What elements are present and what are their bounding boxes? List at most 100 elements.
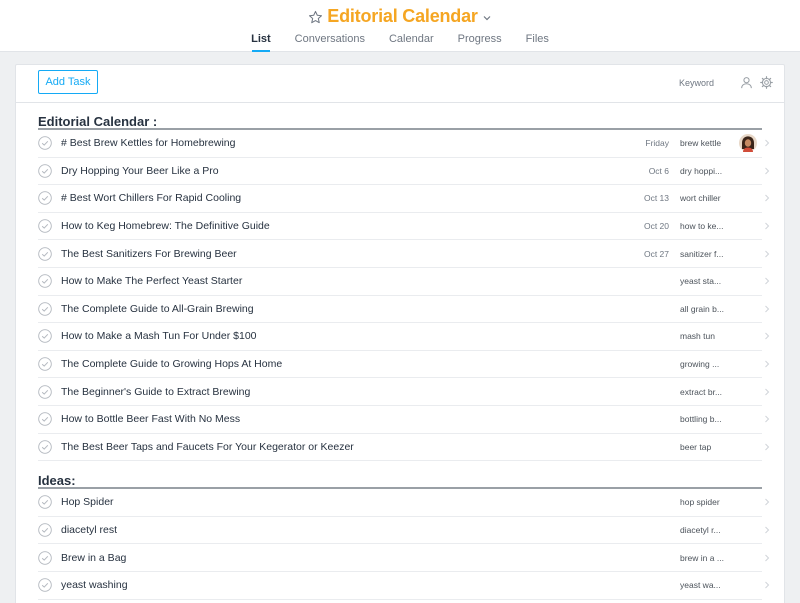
list-toolbar: Add Task Keyword [16, 65, 784, 103]
task-name[interactable]: # Best Wort Chillers For Rapid Cooling [61, 192, 241, 204]
check-circle-icon[interactable] [38, 550, 52, 565]
task-name[interactable]: # Best Brew Kettles for Homebrewing [61, 137, 236, 149]
task-row[interactable]: Hop Spider hop spider [38, 489, 770, 517]
task-tag[interactable]: growing ... [680, 359, 719, 369]
task-tag[interactable]: brew in a ... [680, 553, 724, 563]
task-row[interactable]: Dry Hopping Your Beer Like a Pro Oct 6 dry… [38, 158, 770, 186]
chevron-right-icon[interactable] [764, 194, 770, 202]
check-circle-icon[interactable] [38, 384, 52, 399]
task-name[interactable]: Brew in a Bag [61, 552, 126, 564]
check-circle-icon[interactable] [38, 495, 52, 510]
task-row[interactable]: The Complete Guide to All-Grain Brewing a… [38, 296, 770, 324]
due-date[interactable]: Oct 13 [644, 193, 669, 203]
tab-calendar[interactable]: Calendar [377, 33, 446, 52]
task-name[interactable]: The Beginner's Guide to Extract Brewing [61, 386, 250, 398]
task-row[interactable]: The Best Sanitizers For Brewing Beer Oct … [38, 240, 770, 268]
task-tag[interactable]: bottling b... [680, 414, 722, 424]
task-row[interactable]: # Best Brew Kettles for Homebrewing Frida… [38, 130, 770, 158]
chevron-right-icon[interactable] [764, 360, 770, 368]
task-name[interactable]: yeast washing [61, 579, 128, 591]
chevron-right-icon[interactable] [764, 222, 770, 230]
chevron-right-icon[interactable] [764, 305, 770, 313]
chevron-right-icon[interactable] [764, 498, 770, 506]
check-circle-icon[interactable] [38, 191, 52, 206]
task-name[interactable]: Hop Spider [61, 496, 114, 508]
task-name[interactable]: The Complete Guide to All-Grain Brewing [61, 303, 254, 315]
due-date[interactable]: Oct 27 [644, 249, 669, 259]
chevron-right-icon[interactable] [764, 415, 770, 423]
star-icon[interactable] [308, 10, 323, 25]
check-circle-icon[interactable] [38, 219, 52, 233]
task-name[interactable]: How to Bottle Beer Fast With No Mess [61, 413, 240, 425]
avatar[interactable] [739, 134, 757, 152]
check-circle-icon[interactable] [38, 136, 52, 151]
due-date[interactable]: Oct 20 [644, 221, 669, 231]
tab-files[interactable]: Files [514, 33, 561, 52]
person-icon[interactable] [740, 76, 753, 89]
chevron-right-icon[interactable] [764, 277, 770, 285]
task-row[interactable]: The Beginner's Guide to Extract Brewing e… [38, 378, 770, 406]
tab-progress[interactable]: Progress [446, 33, 514, 52]
task-name[interactable]: Dry Hopping Your Beer Like a Pro [61, 165, 219, 177]
check-circle-icon[interactable] [38, 329, 52, 344]
chevron-down-icon[interactable] [482, 13, 492, 23]
task-tag[interactable]: diacetyl r... [680, 525, 721, 535]
task-tag[interactable]: wort chiller [680, 193, 721, 203]
due-date[interactable]: Oct 6 [649, 166, 669, 176]
task-tag[interactable]: sanitizer f... [680, 249, 723, 259]
task-tag[interactable]: dry hoppi... [680, 166, 722, 176]
chevron-right-icon[interactable] [764, 332, 770, 340]
check-circle-icon[interactable] [38, 274, 52, 289]
check-circle-icon[interactable] [38, 302, 52, 316]
task-tag[interactable]: hop spider [680, 497, 720, 507]
task-tag[interactable]: brew kettle [680, 138, 721, 148]
task-name[interactable]: How to Keg Homebrew: The Definitive Guid… [61, 220, 270, 232]
task-tag[interactable]: how to ke... [680, 221, 723, 231]
task-row[interactable]: # Best Wort Chillers For Rapid Cooling Oc… [38, 185, 770, 213]
chevron-right-icon[interactable] [764, 443, 770, 451]
section-header[interactable]: Editorial Calendar : [38, 108, 762, 130]
task-tag[interactable]: yeast sta... [680, 276, 721, 286]
chevron-right-icon[interactable] [764, 526, 770, 534]
task-tag[interactable]: all grain b... [680, 304, 724, 314]
check-circle-icon[interactable] [38, 164, 52, 178]
task-row[interactable]: How to Bottle Beer Fast With No Mess bott… [38, 406, 770, 434]
chevron-right-icon[interactable] [764, 139, 770, 147]
chevron-right-icon[interactable] [764, 250, 770, 258]
task-name[interactable]: The Complete Guide to Growing Hops At Ho… [61, 358, 282, 370]
task-name[interactable]: The Best Beer Taps and Faucets For Your … [61, 441, 354, 453]
task-name[interactable]: How to Make a Mash Tun For Under $100 [61, 330, 257, 342]
keyword-search[interactable]: Keyword [679, 78, 714, 88]
task-name[interactable]: diacetyl rest [61, 524, 117, 536]
task-name[interactable]: The Best Sanitizers For Brewing Beer [61, 248, 237, 260]
task-row[interactable]: Brew in a Bag brew in a ... [38, 544, 770, 572]
task-row[interactable]: diacetyl rest diacetyl r... [38, 517, 770, 545]
gear-icon[interactable] [760, 76, 773, 89]
check-circle-icon[interactable] [38, 578, 52, 592]
check-circle-icon[interactable] [38, 246, 52, 261]
add-task-button[interactable]: Add Task [38, 70, 98, 94]
task-row[interactable]: The Best Beer Taps and Faucets For Your … [38, 434, 770, 462]
task-row[interactable]: yeast washing yeast wa... [38, 572, 770, 600]
check-circle-icon[interactable] [38, 523, 52, 537]
section-header[interactable]: Ideas: [38, 467, 762, 490]
check-circle-icon[interactable] [38, 357, 52, 371]
task-name[interactable]: How to Make The Perfect Yeast Starter [61, 275, 242, 287]
task-row[interactable]: The Complete Guide to Growing Hops At Ho… [38, 351, 770, 379]
tab-list[interactable]: List [239, 33, 283, 52]
task-row[interactable]: How to Make The Perfect Yeast Starter yea… [38, 268, 770, 296]
due-date[interactable]: Friday [645, 138, 669, 148]
task-tag[interactable]: yeast wa... [680, 580, 721, 590]
check-circle-icon[interactable] [38, 440, 52, 454]
task-tag[interactable]: mash tun [680, 331, 715, 341]
tab-conversations[interactable]: Conversations [283, 33, 377, 52]
check-circle-icon[interactable] [38, 412, 52, 426]
task-tag[interactable]: extract br... [680, 387, 722, 397]
task-row[interactable]: How to Keg Homebrew: The Definitive Guid… [38, 213, 770, 241]
task-row[interactable]: How to Make a Mash Tun For Under $100 mas… [38, 323, 770, 351]
chevron-right-icon[interactable] [764, 554, 770, 562]
chevron-right-icon[interactable] [764, 167, 770, 175]
chevron-right-icon[interactable] [764, 388, 770, 396]
chevron-right-icon[interactable] [764, 581, 770, 589]
task-tag[interactable]: beer tap [680, 442, 711, 452]
